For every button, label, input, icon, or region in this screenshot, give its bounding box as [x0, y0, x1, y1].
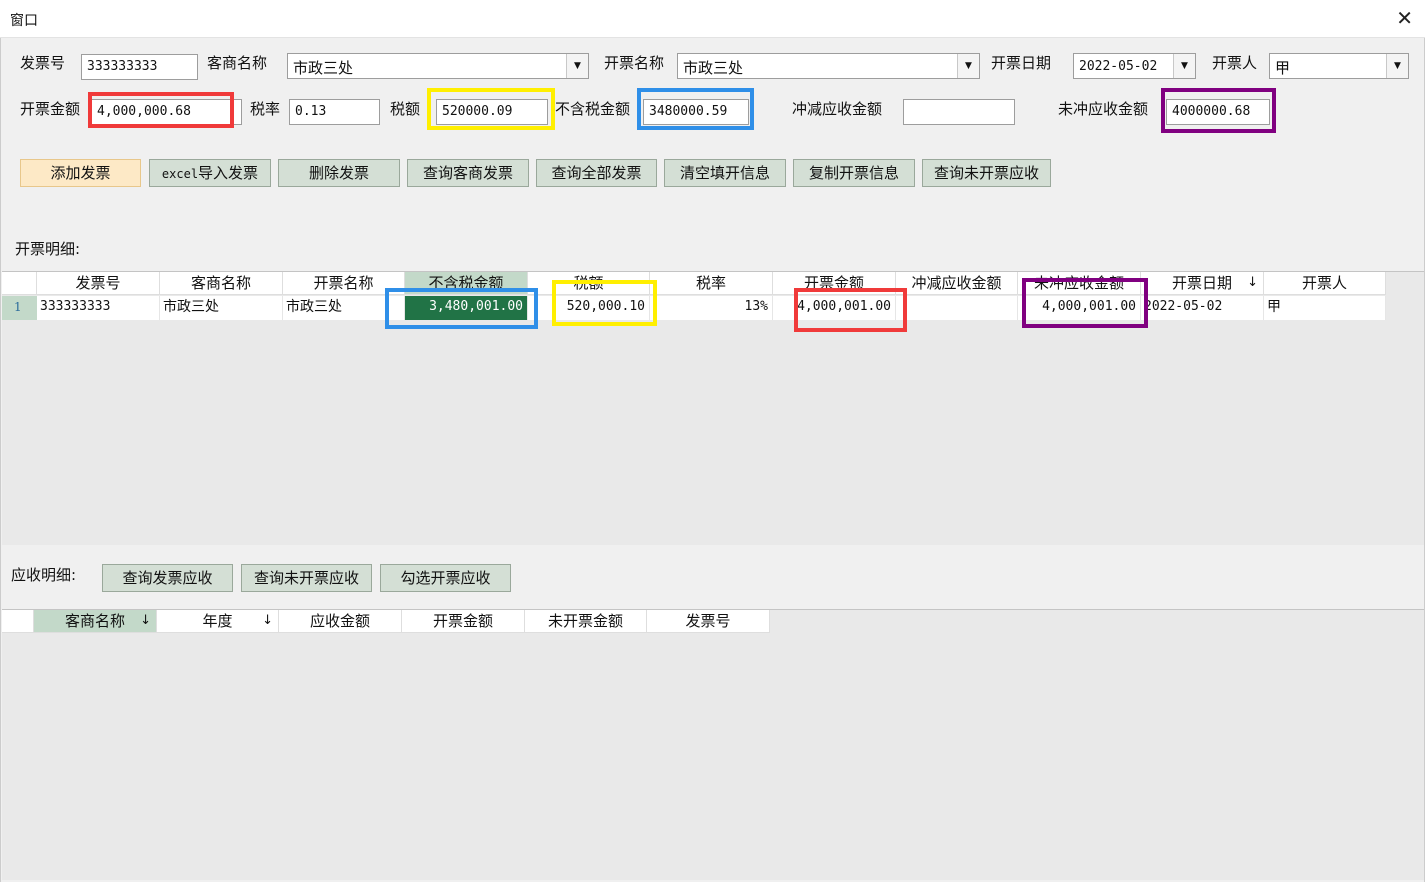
chevron-down-icon[interactable]: ▼	[566, 54, 588, 78]
offset-label: 冲减应收金额	[792, 100, 883, 118]
issuer-select[interactable]: 甲 ▼	[1269, 53, 1409, 79]
grid-corner-2	[2, 610, 34, 633]
rcv-col-header-unbilled[interactable]: 未开票金额	[525, 610, 647, 633]
amount-label: 开票金额	[20, 100, 81, 118]
sort-down-icon: ↓	[262, 613, 273, 628]
cell-date[interactable]: 2022-05-02	[1141, 296, 1264, 320]
close-icon[interactable]: ✕	[1396, 6, 1413, 30]
window-title: 窗口	[10, 13, 38, 29]
cell-tax[interactable]: 520,000.10	[528, 296, 650, 320]
issuer-value: 甲	[1275, 59, 1291, 77]
chevron-down-icon[interactable]: ▼	[1173, 54, 1195, 78]
detail-section-label: 开票明细:	[15, 240, 81, 258]
add-invoice-button[interactable]: 添加发票	[20, 159, 141, 187]
excel-import-button[interactable]: excel导入发票	[149, 159, 271, 187]
col-header-invoice-no[interactable]: 发票号	[37, 272, 160, 295]
col-header-customer[interactable]: 客商名称	[160, 272, 283, 295]
query-all-invoice-button[interactable]: 查询全部发票	[536, 159, 657, 187]
rcv-col-header-customer-label: 客商名称	[64, 612, 125, 630]
query-invoice-receivable-button[interactable]: 查询发票应收	[102, 564, 233, 592]
invoice-name-select[interactable]: 市政三处 ▼	[677, 53, 980, 79]
rcv-col-header-billed[interactable]: 开票金额	[402, 610, 525, 633]
cell-amount[interactable]: 4,000,001.00	[773, 296, 896, 320]
copy-invoice-info-button[interactable]: 复制开票信息	[793, 159, 915, 187]
cell-issuer[interactable]: 甲	[1264, 296, 1386, 320]
query-customer-invoice-button[interactable]: 查询客商发票	[407, 159, 529, 187]
tax-rate-label: 税率	[250, 100, 281, 118]
excel-import-prefix: excel	[161, 167, 199, 181]
title-bar: 窗口 ✕	[0, 0, 1425, 38]
unoffset-input[interactable]: 4000000.68	[1166, 99, 1270, 125]
col-header-unoffset[interactable]: 未冲应收金额	[1018, 272, 1141, 295]
col-header-tax[interactable]: 税额	[528, 272, 650, 295]
unoffset-label: 未冲应收金额	[1058, 100, 1149, 118]
delete-invoice-button[interactable]: 删除发票	[278, 159, 400, 187]
sort-down-icon: ↓	[140, 613, 151, 628]
col-header-amount[interactable]: 开票金额	[773, 272, 896, 295]
tax-rate-input[interactable]: 0.13	[289, 99, 380, 125]
col-header-invoice-name[interactable]: 开票名称	[283, 272, 405, 295]
col-header-rate[interactable]: 税率	[650, 272, 773, 295]
clear-form-button[interactable]: 清空填开信息	[664, 159, 786, 187]
col-header-date-label: 开票日期	[1171, 274, 1232, 292]
sort-down-icon: ↓	[1247, 275, 1258, 290]
tax-label: 税额	[390, 100, 421, 118]
query-unbilled-receivable-button-2[interactable]: 查询未开票应收	[241, 564, 372, 592]
select-receivable-button[interactable]: 勾选开票应收	[380, 564, 511, 592]
excel-import-suffix: 导入发票	[198, 164, 259, 182]
col-header-offset[interactable]: 冲减应收金额	[896, 272, 1018, 295]
invoice-name-label: 开票名称	[604, 54, 665, 72]
cell-rate[interactable]: 13%	[650, 296, 773, 320]
detail-grid[interactable]: 发票号 客商名称 开票名称 不含税金额 税额 税率 开票金额 冲减应收金额 未冲…	[2, 271, 1424, 545]
invoice-date-label: 开票日期	[991, 54, 1052, 72]
net-label: 不含税金额	[555, 100, 631, 118]
customer-label: 客商名称	[207, 54, 268, 72]
invoice-no-input[interactable]: 333333333	[81, 54, 198, 80]
customer-value: 市政三处	[293, 59, 354, 77]
invoice-date-value: 2022-05-02	[1079, 59, 1158, 74]
net-input[interactable]: 3480000.59	[643, 99, 749, 125]
col-header-date[interactable]: 开票日期 ↓	[1141, 272, 1264, 295]
cell-unoffset[interactable]: 4,000,001.00	[1018, 296, 1141, 320]
grid-corner	[2, 272, 37, 295]
cell-invoice-name[interactable]: 市政三处	[283, 296, 405, 320]
invoice-date-picker[interactable]: 2022-05-02 ▼	[1073, 53, 1196, 79]
amount-input[interactable]: 4,000,000.68	[91, 99, 242, 125]
col-header-issuer[interactable]: 开票人	[1264, 272, 1386, 295]
cell-invoice-no[interactable]: 333333333	[37, 296, 160, 320]
issuer-label: 开票人	[1212, 54, 1258, 72]
offset-input[interactable]	[903, 99, 1015, 125]
cell-net[interactable]: 3,480,001.00	[405, 296, 528, 320]
cell-customer[interactable]: 市政三处	[160, 296, 283, 320]
rcv-col-header-customer[interactable]: 客商名称 ↓	[34, 610, 157, 633]
chevron-down-icon[interactable]: ▼	[1386, 54, 1408, 78]
row-index[interactable]: 1	[2, 296, 37, 320]
receivable-section-label: 应收明细:	[11, 566, 77, 584]
tax-input[interactable]: 520000.09	[436, 99, 548, 125]
cell-offset[interactable]	[896, 296, 1018, 320]
window-body: 发票号 333333333 客商名称 市政三处 ▼ 开票名称 市政三处 ▼ 开票…	[0, 38, 1425, 882]
invoice-name-value: 市政三处	[683, 59, 744, 77]
chevron-down-icon[interactable]: ▼	[957, 54, 979, 78]
rcv-col-header-receivable[interactable]: 应收金额	[279, 610, 402, 633]
query-unbilled-receivable-button[interactable]: 查询未开票应收	[922, 159, 1051, 187]
rcv-col-header-invoice-no[interactable]: 发票号	[647, 610, 770, 633]
rcv-col-header-year-label: 年度	[202, 612, 233, 630]
invoice-no-label: 发票号	[20, 54, 66, 72]
receivable-grid[interactable]: 客商名称 ↓ 年度 ↓ 应收金额 开票金额 未开票金额 发票号	[2, 609, 1424, 880]
rcv-col-header-year[interactable]: 年度 ↓	[157, 610, 279, 633]
customer-select[interactable]: 市政三处 ▼	[287, 53, 589, 79]
col-header-net[interactable]: 不含税金额	[405, 272, 528, 295]
